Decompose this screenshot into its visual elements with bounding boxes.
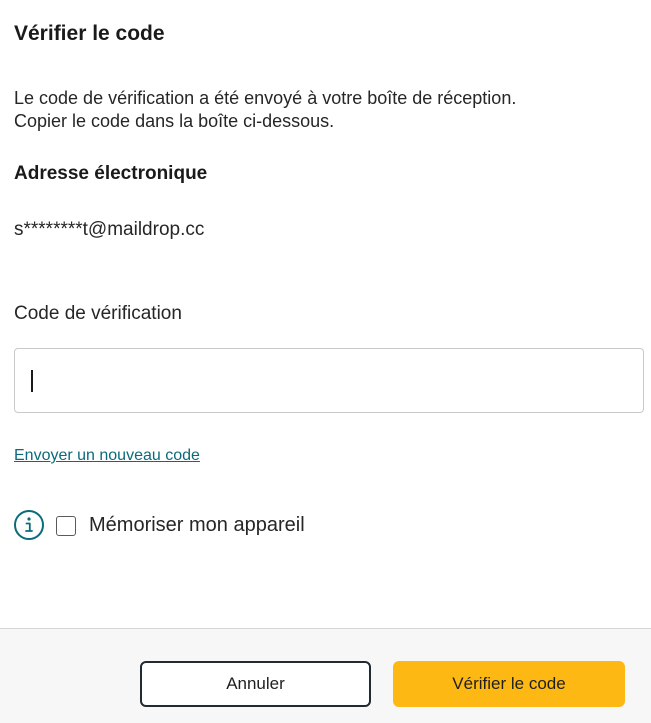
- email-label: Adresse électronique: [14, 163, 208, 184]
- verification-code-label: Code de vérification: [14, 303, 182, 324]
- info-icon[interactable]: [14, 510, 44, 540]
- instructions-text: Le code de vérification a été envoyé à v…: [14, 87, 634, 133]
- page-title: Vérifier le code: [14, 22, 165, 45]
- verify-code-dialog: Vérifier le code Le code de vérification…: [0, 0, 651, 723]
- verification-code-input[interactable]: [14, 348, 644, 413]
- dialog-footer: Annuler Vérifier le code: [0, 628, 651, 723]
- remember-device-checkbox[interactable]: [56, 516, 76, 536]
- instructions-line-1: Le code de vérification a été envoyé à v…: [14, 88, 517, 108]
- verify-code-button[interactable]: Vérifier le code: [393, 661, 625, 707]
- text-caret: [31, 370, 33, 392]
- resend-code-link[interactable]: Envoyer un nouveau code: [14, 447, 200, 465]
- instructions-line-2: Copier le code dans la boîte ci-dessous.: [14, 111, 335, 131]
- email-value: s********t@maildrop.cc: [14, 219, 205, 240]
- cancel-button[interactable]: Annuler: [140, 661, 371, 707]
- remember-device-label[interactable]: Mémoriser mon appareil: [89, 514, 305, 537]
- info-glyph: [25, 517, 33, 532]
